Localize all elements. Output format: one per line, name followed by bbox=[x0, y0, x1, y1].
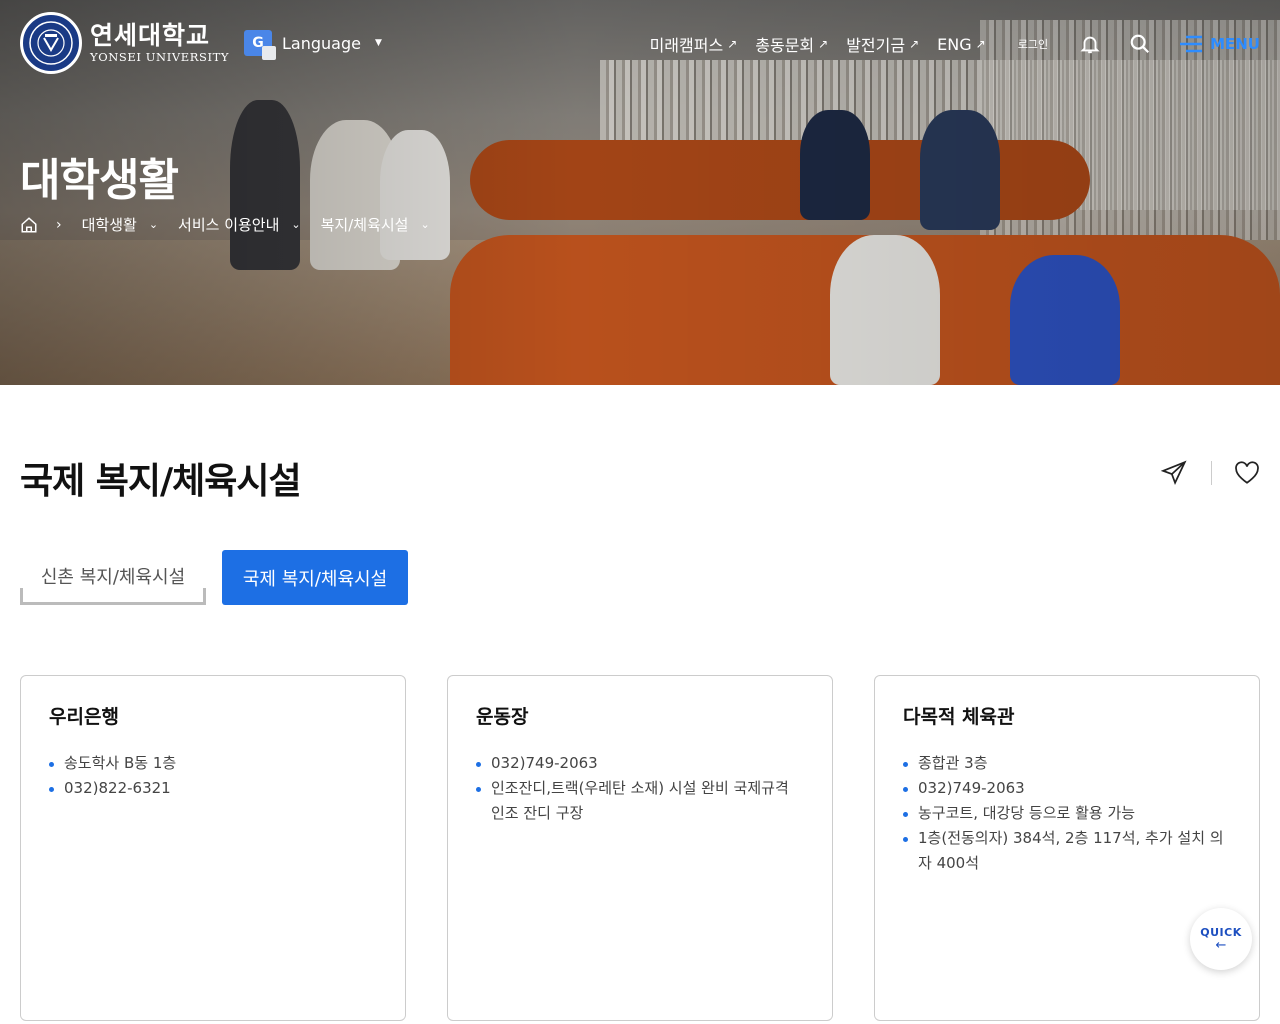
list-item: 종합관 3층 bbox=[903, 751, 1231, 776]
list-item: 농구코트, 대강당 등으로 활용 가능 bbox=[903, 801, 1231, 826]
facility-card-gym: 다목적 체육관 종합관 3층 032)749-2063 농구코트, 대강당 등으… bbox=[874, 675, 1260, 1021]
login-link[interactable]: 로그인 bbox=[1018, 36, 1048, 52]
menu-label: MENU bbox=[1210, 35, 1260, 53]
nav-link-alumni[interactable]: 총동문회 ↗ bbox=[755, 32, 828, 56]
page-actions bbox=[1161, 460, 1260, 486]
nav-link-eng[interactable]: ENG ↗ bbox=[937, 35, 986, 54]
logo-korean-text: 연세대학교 bbox=[90, 21, 211, 50]
tab-international[interactable]: 국제 복지/체육시설 bbox=[222, 550, 408, 605]
list-item: 인조잔디,트랙(우레탄 소재) 시설 완비 국제규격 인조 잔디 구장 bbox=[476, 776, 804, 826]
card-title: 우리은행 bbox=[49, 706, 119, 728]
bell-icon[interactable] bbox=[1078, 32, 1102, 56]
external-arrow-icon: ↗ bbox=[818, 37, 829, 51]
facility-cards: 우리은행 송도학사 B동 1층 032)822-6321 운동장 032)749… bbox=[20, 675, 1260, 1021]
chevron-down-icon: ⌄ bbox=[420, 218, 430, 231]
logo-english-text: YONSEI UNIVERSITY bbox=[90, 50, 230, 64]
section-title: 대학생활 bbox=[20, 155, 179, 206]
menu-button[interactable]: MENU bbox=[1178, 33, 1260, 55]
nav-link-label: 발전기금 bbox=[846, 36, 906, 55]
caret-down-icon: ▼ bbox=[374, 38, 382, 48]
list-item: 032)822-6321 bbox=[49, 776, 377, 801]
card-title: 다목적 체육관 bbox=[903, 706, 1015, 728]
university-seal-icon bbox=[20, 12, 82, 74]
nav-link-label: 미래캠퍼스 bbox=[649, 36, 724, 55]
facility-card-bank: 우리은행 송도학사 B동 1층 032)822-6321 bbox=[20, 675, 406, 1021]
breadcrumb-label: 서비스 이용안내 bbox=[178, 216, 280, 234]
list-item: 032)749-2063 bbox=[476, 751, 804, 776]
external-arrow-icon: ↗ bbox=[909, 37, 920, 51]
nav-link-label: ENG bbox=[937, 34, 972, 54]
quick-label: QUICK bbox=[1200, 925, 1242, 939]
tab-label: 국제 복지/체육시설 bbox=[242, 568, 388, 590]
breadcrumb: › 대학생활 ⌄ 서비스 이용안내 ⌄ 복지/체육시설 ⌄ bbox=[20, 214, 450, 235]
chevron-down-icon: ⌄ bbox=[148, 218, 159, 231]
card-title: 운동장 bbox=[476, 706, 529, 728]
campus-tabs: 신촌 복지/체육시설 국제 복지/체육시설 bbox=[20, 550, 408, 605]
chevron-down-icon: ⌄ bbox=[291, 218, 301, 231]
home-icon[interactable] bbox=[20, 216, 38, 234]
nav-link-fund[interactable]: 발전기금 ↗ bbox=[846, 32, 919, 56]
nav-link-future-campus[interactable]: 미래캠퍼스 ↗ bbox=[650, 32, 738, 56]
arrow-left-icon: ← bbox=[1215, 937, 1227, 953]
list-item: 1층(전동의자) 384석, 2층 117석, 추가 설치 의자 400석 bbox=[903, 826, 1231, 876]
university-logo[interactable]: 연세대학교 YONSEI UNIVERSITY bbox=[20, 12, 229, 74]
page-title: 국제 복지/체육시설 bbox=[20, 461, 302, 502]
divider bbox=[1211, 461, 1212, 485]
menu-lines-icon bbox=[1180, 35, 1203, 53]
breadcrumb-item-service-guide[interactable]: 서비스 이용안내 ⌄ bbox=[178, 214, 301, 235]
breadcrumb-label: 복지/체육시설 bbox=[320, 216, 409, 234]
top-navigation: 미래캠퍼스 ↗ 총동문회 ↗ 발전기금 ↗ ENG ↗ 로그인 MENU bbox=[650, 32, 1260, 56]
facility-card-field: 운동장 032)749-2063 인조잔디,트랙(우레탄 소재) 시설 완비 국… bbox=[447, 675, 833, 1021]
breadcrumb-item-welfare[interactable]: 복지/체육시설 ⌄ bbox=[321, 214, 430, 235]
breadcrumb-label: 대학생활 bbox=[81, 216, 137, 234]
tab-label: 신촌 복지/체육시설 bbox=[40, 567, 186, 588]
chevron-right-icon: › bbox=[56, 216, 62, 233]
heart-icon[interactable] bbox=[1234, 461, 1260, 485]
list-item: 송도학사 B동 1층 bbox=[49, 751, 377, 776]
language-label: Language bbox=[282, 33, 361, 53]
external-arrow-icon: ↗ bbox=[975, 37, 986, 51]
external-arrow-icon: ↗ bbox=[727, 37, 738, 51]
google-translate-icon: G bbox=[244, 30, 276, 60]
breadcrumb-item-campus-life[interactable]: 대학생활 ⌄ bbox=[82, 214, 158, 235]
nav-link-label: 총동문회 bbox=[755, 36, 815, 55]
list-item: 032)749-2063 bbox=[903, 776, 1231, 801]
tab-sinchon[interactable]: 신촌 복지/체육시설 bbox=[20, 550, 206, 605]
language-selector[interactable]: G Language ▼ bbox=[244, 30, 382, 60]
search-icon[interactable] bbox=[1128, 32, 1152, 56]
share-send-icon[interactable] bbox=[1161, 460, 1187, 486]
quick-menu-button[interactable]: QUICK ← bbox=[1190, 908, 1252, 970]
